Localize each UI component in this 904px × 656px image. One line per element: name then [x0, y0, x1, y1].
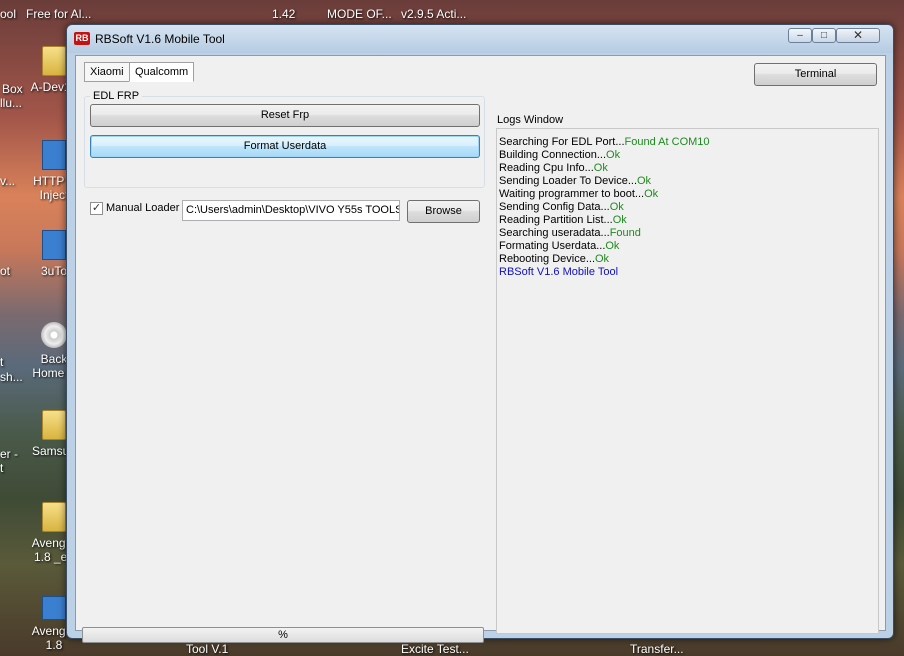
maximize-button[interactable]: □ [812, 28, 836, 43]
desktop-label: Box [2, 82, 23, 96]
tab-xiaomi[interactable]: Xiaomi [84, 62, 130, 82]
desktop-label: t [0, 461, 4, 475]
minimize-button[interactable]: – [788, 28, 812, 43]
desktop-label: MODE OF... [327, 7, 392, 21]
app-window: RB RBSoft V1.6 Mobile Tool – □ ✕ Xiaomi … [66, 24, 894, 643]
logs-panel: Searching For EDL Port...Found At COM10 … [496, 128, 879, 634]
desktop-label: v2.9.5 Acti... [401, 7, 467, 21]
log-line: Searching For EDL Port...Found At COM10 [499, 136, 710, 148]
desktop-top-labels: ool Free for Al... 1.42 MODE OF... v2.9.… [0, 0, 904, 24]
desktop-label: t [0, 355, 4, 369]
desktop-label: Tool V.1 [186, 642, 229, 656]
format-userdata-button[interactable]: Format Userdata [90, 135, 480, 158]
desktop-label: 1.42 [272, 7, 296, 21]
disc-icon [41, 322, 67, 348]
log-line: Waiting programmer to boot...Ok [499, 188, 659, 200]
desktop-label: ot [0, 264, 11, 278]
folder-icon [42, 46, 66, 76]
window-client-area: Xiaomi Qualcomm Terminal EDL FRP Reset F… [75, 55, 886, 643]
app-shortcut-icon [42, 140, 66, 170]
edl-frp-group-title: EDL FRP [90, 90, 143, 102]
log-line: Sending Loader To Device...Ok [499, 175, 652, 187]
log-line: Formating Userdata...Ok [499, 240, 620, 252]
log-line: Reading Partition List...Ok [499, 214, 627, 226]
log-line: Rebooting Device...Ok [499, 253, 610, 265]
desktop-label: Free for Al... [26, 7, 92, 21]
desktop-label: ool [0, 7, 17, 21]
log-line-brand: RBSoft V1.6 Mobile Tool [499, 266, 619, 278]
app-logo-icon: RB [74, 32, 90, 45]
manual-loader-label: Manual Loader [106, 202, 180, 214]
manual-loader-checkbox[interactable]: ✓ [90, 202, 103, 215]
logs-window-title: Logs Window [494, 114, 567, 126]
close-button[interactable]: ✕ [836, 28, 880, 43]
desktop-label: er - [0, 447, 18, 461]
terminal-button[interactable]: Terminal [754, 63, 877, 86]
desktop-label: v... [0, 174, 16, 188]
desktop-label: sh... [0, 370, 23, 384]
log-lines: Searching For EDL Port...Found At COM10 … [497, 129, 878, 279]
log-line: Searching useradata...Found [499, 227, 641, 239]
browse-button[interactable]: Browse [407, 200, 480, 223]
progress-bar: % [82, 627, 484, 643]
desktop-label: llu... [0, 96, 23, 110]
app-shortcut-icon [42, 230, 66, 260]
log-line: Reading Cpu Info...Ok [499, 162, 608, 174]
title-bar[interactable]: RB RBSoft V1.6 Mobile Tool – □ ✕ [67, 25, 893, 53]
desktop-label: Transfer... [630, 642, 684, 656]
app-shortcut-icon [42, 596, 66, 620]
folder-icon [42, 410, 66, 440]
folder-icon [42, 502, 66, 532]
desktop-label: Excite Test... [401, 642, 469, 656]
tab-qualcomm[interactable]: Qualcomm [129, 62, 195, 82]
reset-frp-button[interactable]: Reset Frp [90, 104, 480, 127]
log-line: Sending Config Data...Ok [499, 201, 624, 213]
window-title: RBSoft V1.6 Mobile Tool [95, 32, 225, 46]
loader-path-input[interactable]: C:\Users\admin\Desktop\VIVO Y55s TOOLS A [182, 200, 400, 221]
log-line: Building Connection...Ok [499, 149, 621, 161]
